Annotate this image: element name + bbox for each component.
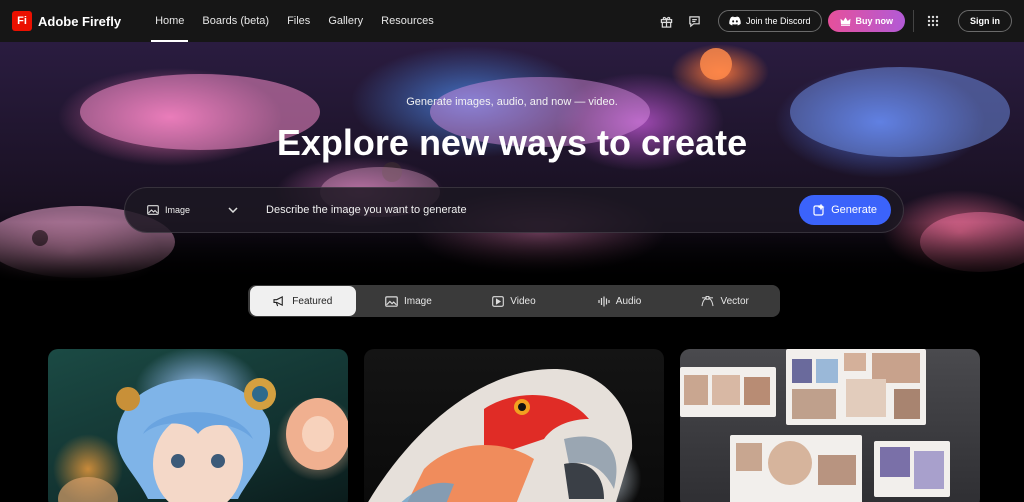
tab-audio[interactable]: Audio [567,286,673,316]
featured-card-parrot[interactable] [364,349,664,502]
brand[interactable]: Fi Adobe Firefly [12,11,121,31]
nav-item-home[interactable]: Home [147,0,192,42]
anime-portrait-artwork [58,378,348,502]
media-type-dropdown[interactable]: Image [147,205,238,215]
gift-icon[interactable] [656,10,678,32]
hero-title: Explore new ways to create [276,122,748,163]
header-actions: Join the Discord Buy now Sign in [656,10,1012,32]
video-icon [492,295,505,307]
sign-in-button[interactable]: Sign in [958,10,1012,32]
nav-item-gallery[interactable]: Gallery [320,0,371,42]
main-nav: Home Boards (beta) Files Gallery Resourc… [147,0,444,42]
megaphone-icon [273,295,284,306]
brand-name[interactable]: Adobe Firefly [38,14,121,29]
tab-audio-label: Audio [615,295,642,307]
generate-label: Generate [831,204,877,216]
tab-vector-label: Vector [720,295,749,307]
tab-video-label: Video [510,295,536,307]
join-discord-label: Join the Discord [745,16,811,26]
moodboard-panel [874,441,950,497]
nav-item-boards[interactable]: Boards (beta) [194,0,277,42]
prompt-bar: Image Describe the image you want to gen… [124,187,904,233]
audio-wave-icon [598,296,610,306]
chevron-down-icon [228,207,238,213]
generate-icon [813,204,825,216]
prompt-input[interactable]: Describe the image you want to generate [266,204,799,216]
firefly-logo[interactable]: Fi [12,11,32,31]
nav-item-resources[interactable]: Resources [373,0,442,42]
tab-image-label: Image [403,295,432,307]
featured-card-moodboard[interactable] [680,349,980,502]
top-navigation-bar: Fi Adobe Firefly Home Boards (beta) File… [0,0,1024,42]
join-discord-button[interactable]: Join the Discord [717,10,822,32]
media-type-label: Image [165,205,191,215]
moodboard-panel [680,367,776,417]
hero-banner: Generate images, audio, and now — video.… [0,42,1024,282]
parrot-artwork [368,369,633,502]
category-tabs: Featured Image Video Audio Vector [248,285,780,317]
hero-subtitle: Generate images, audio, and now — video. [406,96,618,108]
tab-featured-label: Featured [292,295,333,307]
generate-button[interactable]: Generate [799,195,891,225]
tab-video[interactable]: Video [461,286,567,316]
nav-item-files[interactable]: Files [279,0,318,42]
vector-pen-icon [701,295,714,306]
discord-icon [729,16,741,26]
buy-now-label: Buy now [855,16,894,26]
tab-image[interactable]: Image [356,286,462,316]
crown-icon [840,16,850,26]
buy-now-button[interactable]: Buy now [827,10,905,32]
moodboard-panel [786,349,926,425]
image-icon [385,295,398,307]
app-grid-icon[interactable] [922,10,944,32]
tab-featured[interactable]: Featured [250,286,356,316]
image-icon [147,205,159,215]
moodboard-panel [730,435,862,502]
tab-vector[interactable]: Vector [672,286,778,316]
header-divider [913,10,914,32]
chat-icon[interactable] [684,10,706,32]
featured-card-anime-portrait[interactable] [48,349,348,502]
